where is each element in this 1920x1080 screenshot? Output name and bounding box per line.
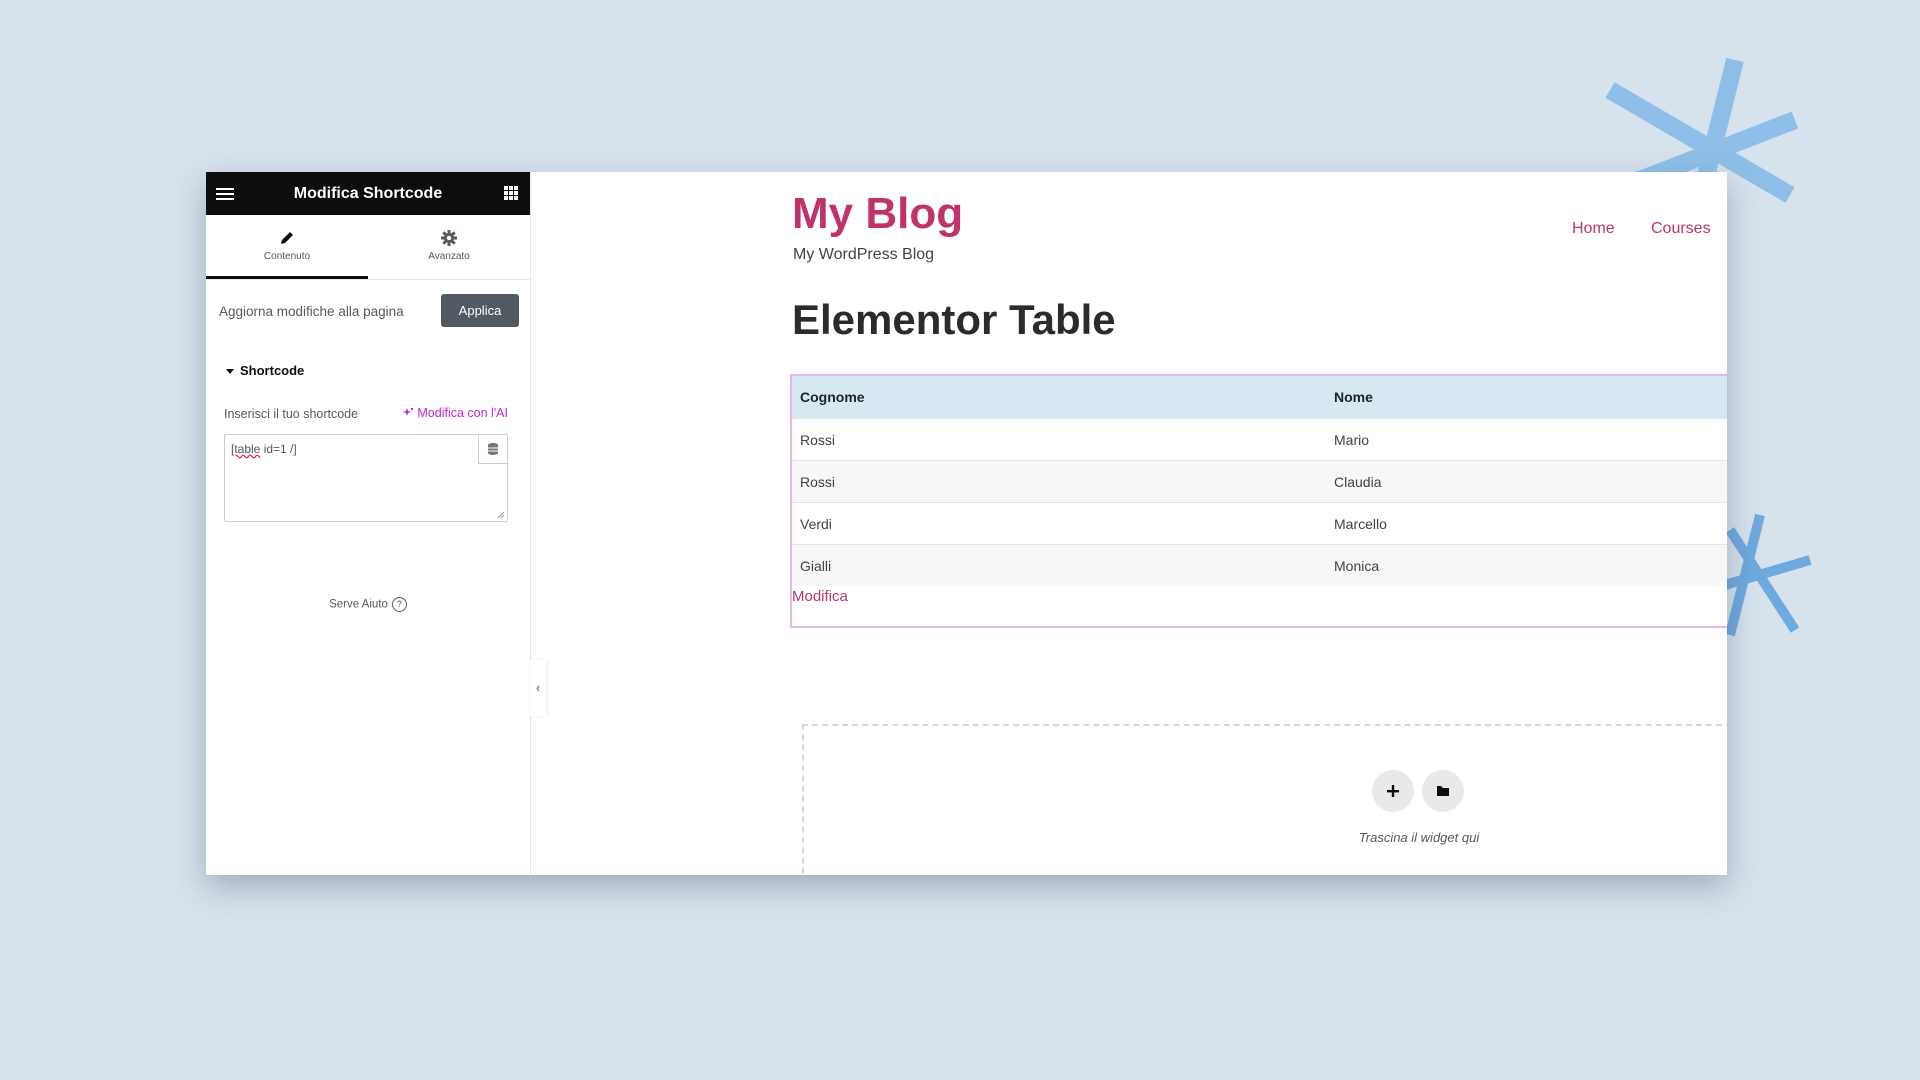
section-title-label: Shortcode (240, 363, 305, 378)
collapse-panel-button[interactable]: ‹ (530, 660, 546, 716)
caret-down-icon (226, 369, 234, 375)
tab-advanced-label: Avanzato (428, 251, 470, 262)
pencil-icon (281, 232, 293, 244)
apply-button[interactable]: Applica (441, 294, 519, 327)
table-cell: Claudia (1326, 460, 1727, 503)
table-cell: Verdi (792, 502, 1326, 545)
table-cell: Marcello (1326, 502, 1727, 545)
site-tagline: My WordPress Blog (793, 246, 935, 263)
table-header-row: Cognome Nome (792, 376, 1727, 419)
table-cell: Mario (1326, 418, 1727, 461)
tab-content[interactable]: Contenuto (206, 215, 368, 279)
edit-table-link[interactable]: Modifica (792, 588, 848, 605)
editor-window: Modifica Shortcode Contenuto Avanzato Ag… (206, 172, 1727, 875)
table-cell: Rossi (792, 418, 1326, 461)
ai-edit-label: Modifica con l'AI (417, 406, 508, 420)
shortcode-value-end: id=1 /] (260, 442, 297, 456)
hamburger-menu-icon[interactable] (216, 185, 234, 201)
template-library-button[interactable] (1422, 770, 1464, 812)
editor-sidebar: Modifica Shortcode Contenuto Avanzato Ag… (206, 172, 531, 875)
apply-label: Aggiorna modifiche alla pagina (219, 304, 404, 319)
table-cell: Monica (1326, 544, 1727, 586)
plus-icon (1387, 785, 1399, 797)
tab-advanced[interactable]: Avanzato (368, 215, 530, 279)
nav-courses-link[interactable]: Courses (1651, 220, 1711, 238)
table-row: Rossi Mario (792, 418, 1727, 461)
apps-grid-icon[interactable] (504, 186, 518, 200)
gear-icon (441, 230, 457, 246)
nav-home-link[interactable]: Home (1572, 220, 1615, 238)
shortcode-textarea[interactable]: [table id=1 /] (224, 434, 508, 522)
shortcode-value: [table id=1 /] (231, 442, 297, 456)
help-link[interactable]: Serve Aiuto? (206, 597, 530, 612)
decorative-star-small-icon (1723, 513, 1812, 637)
shortcode-label: Inserisci il tuo shortcode (224, 407, 359, 421)
table-row: Gialli Monica (792, 544, 1727, 586)
site-title[interactable]: My Blog (792, 192, 963, 236)
data-table: Cognome Nome Rossi Mario Rossi Claudia V… (792, 376, 1727, 586)
dynamic-tags-button[interactable] (478, 435, 507, 464)
shortcode-widget[interactable]: Cognome Nome Rossi Mario Rossi Claudia V… (790, 374, 1727, 628)
shortcode-value-start: [table (231, 442, 261, 456)
folder-icon (1437, 786, 1449, 796)
panel-title: Modifica Shortcode (293, 185, 443, 202)
table-row: Verdi Marcello (792, 502, 1727, 545)
column-header-nome: Nome (1326, 376, 1727, 419)
table-cell: Gialli (792, 544, 1326, 586)
sparkle-icon (402, 407, 414, 416)
page-title: Elementor Table (792, 296, 1116, 343)
ai-edit-link[interactable]: Modifica con l'AI (402, 406, 508, 420)
table-cell: Rossi (792, 460, 1326, 503)
column-header-cognome: Cognome (792, 376, 1326, 419)
add-section-button[interactable] (1372, 770, 1414, 812)
panel-tabs: Contenuto Avanzato (206, 215, 530, 280)
empty-section-dropzone[interactable]: Trascina il widget qui (802, 724, 1727, 875)
database-icon (488, 443, 498, 455)
help-icon: ? (391, 597, 407, 612)
apply-row: Aggiorna modifiche alla pagina Applica (219, 294, 519, 330)
tab-content-label: Contenuto (263, 251, 311, 262)
help-label: Serve Aiuto (329, 598, 388, 611)
panel-header: Modifica Shortcode (206, 172, 530, 215)
table-row: Rossi Claudia (792, 460, 1727, 503)
section-shortcode-toggle[interactable]: Shortcode (226, 363, 304, 378)
resize-handle-icon[interactable] (497, 511, 505, 519)
dropzone-hint: Trascina il widget qui (1358, 830, 1480, 845)
